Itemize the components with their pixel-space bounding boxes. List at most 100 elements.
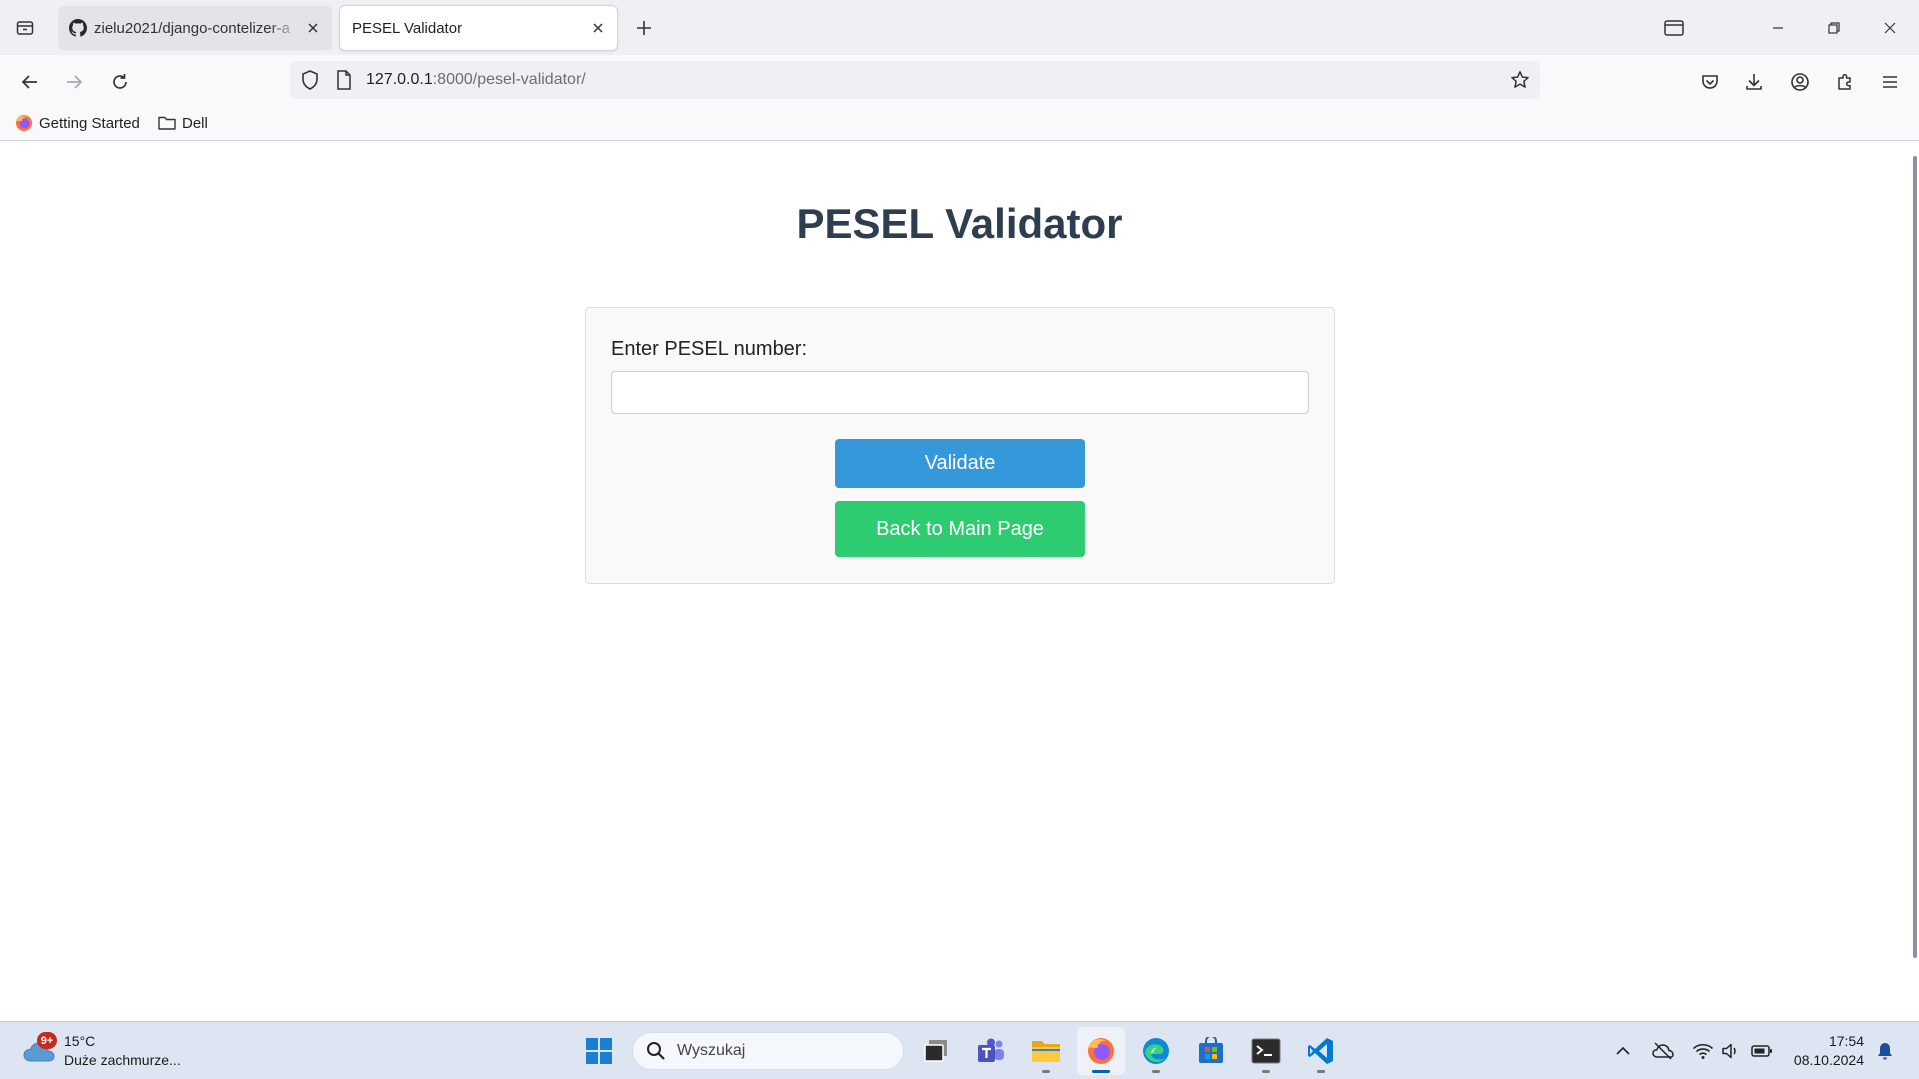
terminal-app[interactable] — [1242, 1027, 1290, 1075]
bookmark-dell[interactable]: Dell — [157, 112, 208, 134]
clock-time: 17:54 — [1828, 1033, 1864, 1049]
running-indicator — [1262, 1070, 1270, 1073]
navigation-toolbar: 127.0.0.1:8000/pesel-validator/ — [0, 55, 1919, 105]
teams-icon — [978, 1038, 1004, 1062]
tab-list-button[interactable] — [11, 14, 39, 42]
pocket-icon — [1702, 75, 1718, 89]
store-app[interactable] — [1187, 1027, 1235, 1075]
extensions-button[interactable] — [1829, 66, 1861, 98]
windows-icon — [586, 1038, 612, 1064]
scrollbar[interactable] — [1913, 156, 1917, 958]
url-path: :8000/pesel-validator/ — [432, 71, 586, 88]
running-indicator — [1152, 1070, 1160, 1073]
weather-text: 15°C Duże zachmurze... — [64, 1032, 181, 1070]
weather-widget[interactable]: 9+ 15°C Duże zachmurze... — [20, 1028, 181, 1074]
tab-github[interactable]: zielu2021/django-contelizer-a — [58, 6, 332, 50]
menu-button[interactable] — [1874, 66, 1906, 98]
edge-app[interactable] — [1132, 1027, 1180, 1075]
validate-button[interactable]: Validate — [835, 439, 1085, 488]
close-icon — [1884, 22, 1896, 34]
bookmarks-bar: Getting Started Dell — [0, 105, 1919, 141]
minimize-icon — [1773, 27, 1783, 29]
arrow-left-icon — [21, 75, 37, 89]
back-button[interactable] — [14, 66, 46, 98]
plus-icon — [637, 21, 651, 35]
task-view-button[interactable] — [912, 1027, 960, 1075]
show-hidden-icons-button[interactable] — [1611, 1039, 1635, 1063]
task-view-icon — [924, 1040, 947, 1062]
new-tab-button[interactable] — [630, 14, 658, 42]
forward-button[interactable] — [58, 66, 90, 98]
downloads-button[interactable] — [1738, 66, 1770, 98]
window-layout-button[interactable] — [1656, 10, 1692, 46]
window-close-button[interactable] — [1872, 10, 1908, 46]
cloud-icon: 9+ — [20, 1032, 58, 1070]
close-icon[interactable] — [585, 15, 611, 41]
system-clock[interactable]: 17:54 08.10.2024 — [1784, 1032, 1864, 1070]
folder-icon — [157, 113, 177, 133]
account-icon — [1791, 73, 1809, 91]
github-icon — [68, 18, 88, 38]
notification-badge: 9+ — [37, 1032, 57, 1049]
pesel-input[interactable] — [611, 371, 1309, 414]
clock-date: 08.10.2024 — [1793, 1052, 1864, 1068]
close-icon[interactable] — [300, 15, 326, 41]
page-viewport: PESEL Validator Enter PESEL number: Vali… — [0, 142, 1919, 1021]
restore-icon — [1828, 22, 1840, 34]
puzzle-icon — [1838, 73, 1851, 90]
restore-button[interactable] — [1816, 10, 1852, 46]
page-icon[interactable] — [332, 68, 356, 92]
search-placeholder: Wyszukaj — [677, 1042, 746, 1059]
teams-app[interactable] — [967, 1027, 1015, 1075]
bookmark-label: Getting Started — [39, 114, 140, 132]
shield-icon[interactable] — [298, 68, 322, 92]
taskbar-search[interactable]: Wyszukaj — [632, 1032, 904, 1070]
bookmark-getting-started[interactable]: Getting Started — [14, 112, 140, 134]
tab-title: zielu2021/django-contelizer-a — [94, 19, 290, 37]
store-icon — [1199, 1037, 1223, 1063]
battery-status[interactable] — [1750, 1039, 1774, 1063]
speaker-icon — [1722, 1043, 1736, 1059]
vscode-app[interactable] — [1297, 1027, 1345, 1075]
account-button[interactable] — [1784, 66, 1816, 98]
pocket-button[interactable] — [1694, 66, 1726, 98]
weather-desc: Duże zachmurze... — [64, 1052, 181, 1068]
wifi-status[interactable] — [1691, 1039, 1715, 1063]
start-button[interactable] — [575, 1027, 623, 1075]
minimize-button[interactable] — [1760, 10, 1796, 46]
running-indicator — [1317, 1070, 1325, 1073]
chevron-up-icon — [1616, 1046, 1630, 1055]
notifications-button[interactable] — [1873, 1039, 1897, 1063]
bookmark-star-icon[interactable] — [1508, 68, 1532, 92]
windows-taskbar: 9+ 15°C Duże zachmurze... Wyszukaj 17:54… — [0, 1021, 1919, 1079]
download-icon — [1746, 74, 1762, 90]
window-icon — [1664, 20, 1684, 36]
pesel-label: Enter PESEL number: — [611, 338, 808, 360]
terminal-icon — [1251, 1038, 1281, 1064]
url-host: 127.0.0.1 — [366, 71, 433, 88]
bell-icon — [1878, 1043, 1892, 1060]
url-text[interactable]: 127.0.0.1:8000/pesel-validator/ — [366, 71, 586, 89]
volume-status[interactable] — [1719, 1039, 1743, 1063]
folder-icon — [1032, 1041, 1060, 1062]
file-explorer-app[interactable] — [1022, 1027, 1070, 1075]
vscode-icon — [1308, 1038, 1333, 1064]
firefox-icon — [1088, 1038, 1114, 1064]
pesel-form: Enter PESEL number: Validate Back to Mai… — [585, 307, 1335, 584]
edge-icon — [1143, 1038, 1169, 1064]
weather-temp: 15°C — [64, 1033, 96, 1049]
address-bar[interactable]: 127.0.0.1:8000/pesel-validator/ — [290, 61, 1540, 99]
tab-pesel-validator[interactable]: PESEL Validator — [340, 6, 617, 50]
cloud-offline-icon — [1652, 1042, 1674, 1060]
wifi-icon — [1692, 1043, 1714, 1059]
tab-strip: zielu2021/django-contelizer-a PESEL Vali… — [0, 0, 1919, 55]
battery-icon — [1751, 1045, 1772, 1057]
back-to-main-button[interactable]: Back to Main Page — [835, 501, 1085, 557]
tab-list-icon — [16, 21, 34, 35]
onedrive-status[interactable] — [1651, 1039, 1675, 1063]
firefox-app[interactable] — [1077, 1027, 1125, 1075]
reload-button[interactable] — [104, 66, 136, 98]
arrow-right-icon — [67, 75, 83, 89]
tab-title: PESEL Validator — [352, 19, 463, 37]
running-indicator — [1042, 1070, 1050, 1073]
